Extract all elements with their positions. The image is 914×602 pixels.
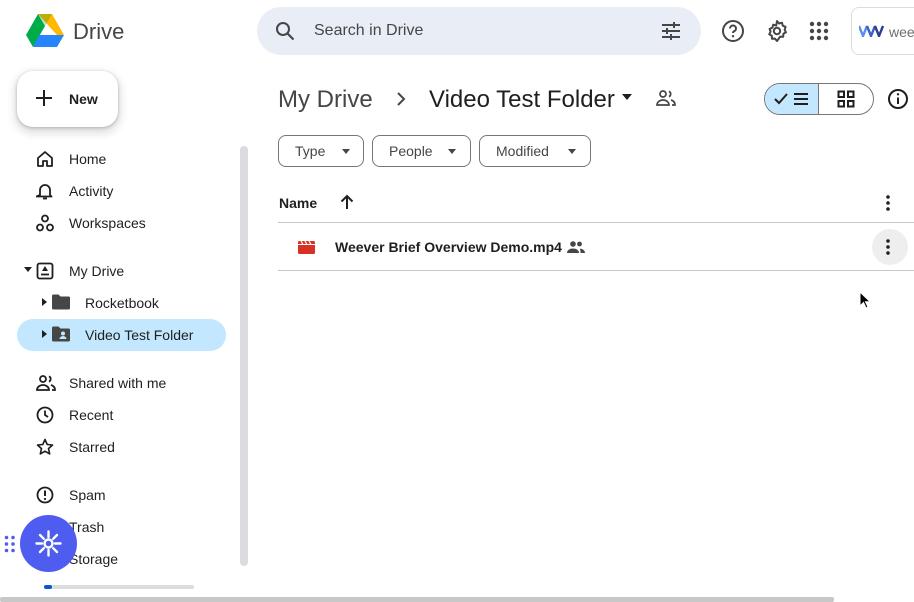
filter-label: Modified — [496, 143, 549, 159]
workspaces-icon — [36, 214, 54, 232]
filter-modified-chip[interactable]: Modified — [479, 135, 591, 167]
app-name[interactable]: Drive — [73, 19, 124, 45]
clock-icon — [36, 406, 54, 424]
sidebar-item-home[interactable]: Home — [0, 143, 240, 175]
help-icon[interactable] — [721, 19, 745, 43]
file-name[interactable]: Weever Brief Overview Demo.mp4 — [335, 239, 562, 255]
caret-right-icon[interactable] — [42, 298, 48, 306]
check-list-icon — [774, 91, 810, 107]
sidebar-item-rocketbook[interactable]: Rocketbook — [17, 287, 226, 319]
manage-access-icon[interactable] — [656, 89, 676, 107]
sidebar-item-label: Activity — [69, 183, 114, 199]
home-icon — [36, 150, 54, 168]
shared-folder-icon — [52, 326, 70, 342]
table-divider — [278, 270, 914, 271]
apps-grid-icon[interactable] — [809, 21, 829, 41]
drive-logo[interactable] — [26, 14, 64, 48]
mouse-cursor-icon — [859, 291, 871, 309]
sidebar-item-label: Home — [69, 151, 107, 167]
new-button-label: New — [69, 91, 98, 107]
sidebar-item-label: Video Test Folder — [85, 327, 194, 343]
caret-down-icon[interactable] — [24, 267, 32, 273]
sidebar-item-label: My Drive — [69, 263, 125, 279]
search-options-icon[interactable] — [660, 20, 682, 42]
gear-icon[interactable] — [765, 19, 789, 43]
drag-handle-icon[interactable] — [4, 535, 16, 553]
filter-type-chip[interactable]: Type — [278, 135, 364, 167]
storage-meter-fill — [44, 585, 52, 589]
breadcrumb-current-folder[interactable]: Video Test Folder — [429, 86, 615, 114]
column-header-name[interactable]: Name — [279, 195, 317, 211]
sidebar-item-starred[interactable]: Starred — [0, 431, 240, 463]
breadcrumb-my-drive[interactable]: My Drive — [278, 86, 373, 114]
sidebar-item-label: Rocketbook — [85, 295, 159, 311]
chevron-right-icon — [395, 90, 407, 108]
caret-down-icon — [447, 149, 457, 155]
filter-label: People — [389, 143, 433, 159]
arrow-up-icon[interactable] — [339, 194, 355, 210]
sidebar-item-shared-with-me[interactable]: Shared with me — [0, 367, 240, 399]
sidebar-item-label: Starred — [69, 439, 115, 455]
more-vert-icon[interactable] — [886, 195, 890, 211]
search-icon[interactable] — [275, 21, 295, 41]
sidebar-item-label: Shared with me — [69, 375, 167, 391]
new-button[interactable] — [17, 71, 118, 127]
grid-view-icon[interactable] — [837, 90, 855, 108]
filter-label: Type — [295, 143, 326, 159]
sidebar-scrollbar[interactable] — [240, 146, 248, 566]
folder-icon — [52, 294, 70, 310]
sparkle-icon — [35, 530, 62, 557]
video-file-icon — [297, 239, 317, 255]
caret-down-icon — [567, 149, 577, 155]
search-input[interactable]: Search in Drive — [314, 22, 423, 40]
plus-icon — [35, 89, 53, 107]
horizontal-scrollbar[interactable] — [0, 597, 834, 602]
weever-logo-icon — [859, 25, 887, 37]
sidebar-item-recent[interactable]: Recent — [0, 399, 240, 431]
people-icon — [567, 240, 585, 254]
sidebar-item-label: Recent — [69, 407, 114, 423]
my-drive-icon — [36, 262, 54, 280]
sidebar-item-activity[interactable]: Activity — [0, 175, 240, 207]
filter-people-chip[interactable]: People — [372, 135, 471, 167]
caret-right-icon[interactable] — [42, 330, 48, 338]
sidebar-item-spam[interactable]: Spam — [0, 479, 240, 511]
spam-icon — [36, 486, 54, 504]
more-vert-icon[interactable] — [886, 239, 890, 255]
bell-icon — [36, 182, 54, 200]
people-icon — [36, 374, 56, 392]
info-icon[interactable] — [887, 88, 909, 110]
sidebar-item-my-drive[interactable]: My Drive — [0, 255, 240, 287]
star-icon — [36, 438, 54, 456]
sidebar-item-video-test-folder[interactable]: Video Test Folder — [17, 319, 226, 351]
sidebar-item-label: Storage — [69, 551, 119, 567]
row-actions-button[interactable] — [872, 229, 908, 265]
sidebar-item-label: Spam — [69, 487, 106, 503]
sidebar-item-workspaces[interactable]: Workspaces — [0, 207, 240, 239]
extension-label: wee — [889, 24, 914, 40]
caret-down-icon — [341, 149, 351, 155]
storage-meter — [44, 585, 194, 589]
sidebar-item-label: Workspaces — [69, 215, 146, 231]
caret-down-icon[interactable] — [621, 93, 633, 101]
